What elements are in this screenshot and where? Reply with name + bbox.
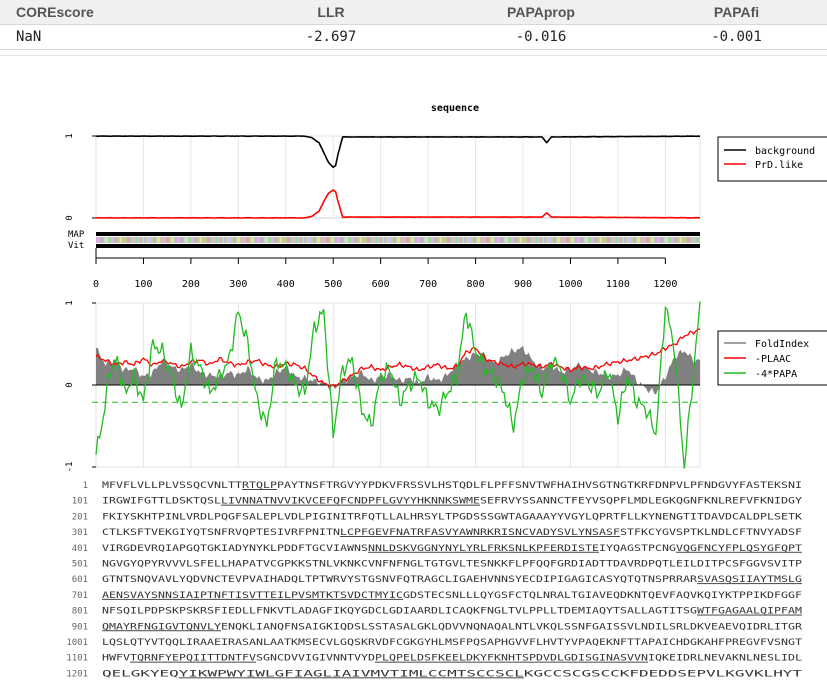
sequence-line-number: 501 xyxy=(72,560,88,570)
sequence-plot: sequence 0 1 background PrD.like MAPVit 0 100 20… xyxy=(65,103,827,679)
bottom-legend-label: -PLAAC xyxy=(755,354,791,365)
bottom-legend-label: FoldIndex xyxy=(755,339,809,350)
sequence-line-number: 801 xyxy=(72,607,88,617)
top-frame xyxy=(95,135,701,219)
sequence-line-number: 301 xyxy=(72,528,88,538)
sequence-line: QMAYRFNGIGVTQNVLY ENQKLIANQFNSAIGKIQDSLSS… xyxy=(102,622,803,632)
sequence-line: CTLKSFTVEKGIYQTSNFRVQPTESIVRFPNITN LCPFGE… xyxy=(102,528,802,538)
sequence-line: NGVGYQPYRVVVLSFELLHAPATVCGPKKSTNLVKNKCVN… xyxy=(102,560,803,570)
bottom-ytick-label: 0 xyxy=(65,382,75,387)
sequence-line: HWFV TQRNFYEPQIITTDNTFV SGNCDVVIGIVNNTVYD P… xyxy=(102,654,802,664)
sequence-line-number: 1001 xyxy=(66,638,88,648)
sequence-line-number: 401 xyxy=(72,544,88,554)
xtick-label: 1000 xyxy=(558,279,582,290)
sequence-line: QELGKYEQ YIKWPWYIWLGFIAGLIAIVMVTIMLCCMTSC… xyxy=(102,669,803,679)
sequence-line: NFSQILPDPSKPSKRSFIEDLLFNKVTLADAGFIKQYGDC… xyxy=(102,607,803,617)
sequence-line-number: 201 xyxy=(72,512,88,522)
top-series-background xyxy=(95,135,700,169)
sequence-line-number: 1201 xyxy=(66,669,88,679)
xtick-label: 200 xyxy=(182,279,200,290)
sequence-line: GTNTSNQVAVLYQDVNCTEVPVAIHADQLTPTWRVYSTGS… xyxy=(102,575,802,585)
track-label-map: MAP xyxy=(68,230,85,240)
sequence-line: IRGWIFGTTLDSKTQSL LIVNNATNVVIKVCEFQFCNDPF… xyxy=(102,497,803,507)
residue-tracks xyxy=(96,237,700,243)
sequence-line: AENSVAYSNNSIAIPTNFTISVTTEILPVSMTKTSVDCTM… xyxy=(102,591,802,601)
top-series-prd-like xyxy=(95,189,700,219)
xtick-label: 900 xyxy=(514,279,532,290)
chart-title: sequence xyxy=(431,103,479,114)
xtick-label: 600 xyxy=(372,279,390,290)
top-ytick-label: 0 xyxy=(65,215,75,220)
track-label-vit: Vit xyxy=(68,241,84,251)
bottom-ytick-label: -1 xyxy=(65,462,75,473)
xtick-label: 800 xyxy=(467,279,485,290)
bottom-ytick-label: 1 xyxy=(65,300,75,305)
xtick-label: 300 xyxy=(229,279,247,290)
sequence-line-number: 1101 xyxy=(66,654,88,664)
sequence-line-number: 901 xyxy=(72,622,88,632)
sequence-line-number: 601 xyxy=(72,575,88,585)
top-ytick-label: 1 xyxy=(65,133,75,138)
sequence-line: MFVFLVLLPLVSSQCVNLTT RTQLP PAYTNSFTRGVYYPD… xyxy=(102,481,802,491)
sequence-line: LQSLQTYVTQQLIRAAEIRASANLAATKMSECVLGQSKRV… xyxy=(102,638,803,648)
xtick-label: 0 xyxy=(93,279,99,290)
xtick-label: 400 xyxy=(277,279,295,290)
map-track xyxy=(96,232,700,236)
bottom-legend-label: -4*PAPA xyxy=(755,369,797,380)
top-legend-label: background xyxy=(755,146,815,157)
xtick-label: 1100 xyxy=(606,279,630,290)
sequence-line: VIRGDEVRQIAPGQTGKIADYNYKLPDDFTGCVIAWNS NN… xyxy=(102,544,803,554)
vit-track xyxy=(96,244,700,248)
xtick-label: 100 xyxy=(134,279,152,290)
xtick-label: 500 xyxy=(324,279,342,290)
sequence-line-number: 101 xyxy=(72,497,88,507)
xtick-label: 700 xyxy=(419,279,437,290)
sequence-line-number: 1 xyxy=(83,481,88,491)
sequence-line-number: 701 xyxy=(72,591,88,601)
top-legend-label: PrD.like xyxy=(755,160,803,171)
sequence-line: FKIYSKHTPINLVRDLPQGFSALEPLVDLPIGINITRFQT… xyxy=(102,512,803,522)
top-legend xyxy=(717,136,827,182)
xtick-label: 1200 xyxy=(653,279,677,290)
